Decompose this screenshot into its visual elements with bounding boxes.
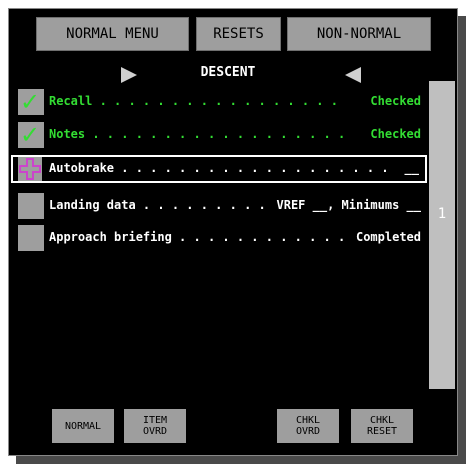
checklist-item-autobrake[interactable]: Autobrake . . . . . . . . . . . . . . . … <box>11 155 427 183</box>
item-checkbox[interactable] <box>18 193 44 219</box>
item-value: Completed <box>355 230 421 244</box>
checklist-item-approach-briefing[interactable]: Approach briefing . . . . . . . . . . . … <box>17 225 427 252</box>
item-value: VREF __, Minimums __ <box>276 198 422 212</box>
item-label: Autobrake . . . . . . . . . . . . . . . … <box>49 161 389 175</box>
cross-marker-icon <box>19 158 41 180</box>
checkmark-icon: ✓ <box>20 121 41 149</box>
normal-menu-button[interactable]: NORMAL MENU <box>36 17 189 51</box>
item-label: Notes . . . . . . . . . . . . . . . . . … <box>49 127 346 141</box>
item-override-button[interactable]: ITEM OVRD <box>124 409 186 443</box>
left-arrow-icon[interactable] <box>345 67 361 83</box>
item-value: Checked <box>370 127 421 141</box>
normal-button[interactable]: NORMAL <box>52 409 114 443</box>
checklist-title: DESCENT <box>200 65 256 80</box>
item-label: Landing data . . . . . . . . . <box>49 198 266 212</box>
resets-button[interactable]: RESETS <box>196 17 281 51</box>
item-value: Checked <box>370 94 421 108</box>
checklist-item-recall[interactable]: ✓ Recall . . . . . . . . . . . . . . . .… <box>17 89 427 116</box>
page-number: 1 <box>437 206 447 222</box>
checklist-reset-button[interactable]: CHKL RESET <box>351 409 413 443</box>
item-value: __ <box>404 161 419 175</box>
non-normal-button[interactable]: NON-NORMAL <box>287 17 431 51</box>
checklist-display: NORMAL MENU RESETS NON-NORMAL DESCENT ✓ … <box>8 8 458 456</box>
item-label: Approach briefing . . . . . . . . . . . … <box>49 230 346 244</box>
page-scrollbar[interactable] <box>429 81 455 389</box>
checklist-item-landing-data[interactable]: Landing data . . . . . . . . . VREF __, … <box>17 193 427 220</box>
item-label: Recall . . . . . . . . . . . . . . . . . <box>49 94 338 108</box>
item-checkbox[interactable] <box>18 225 44 251</box>
checklist-item-notes[interactable]: ✓ Notes . . . . . . . . . . . . . . . . … <box>17 122 427 149</box>
checklist-override-button[interactable]: CHKL OVRD <box>277 409 339 443</box>
checkmark-icon: ✓ <box>20 88 41 116</box>
